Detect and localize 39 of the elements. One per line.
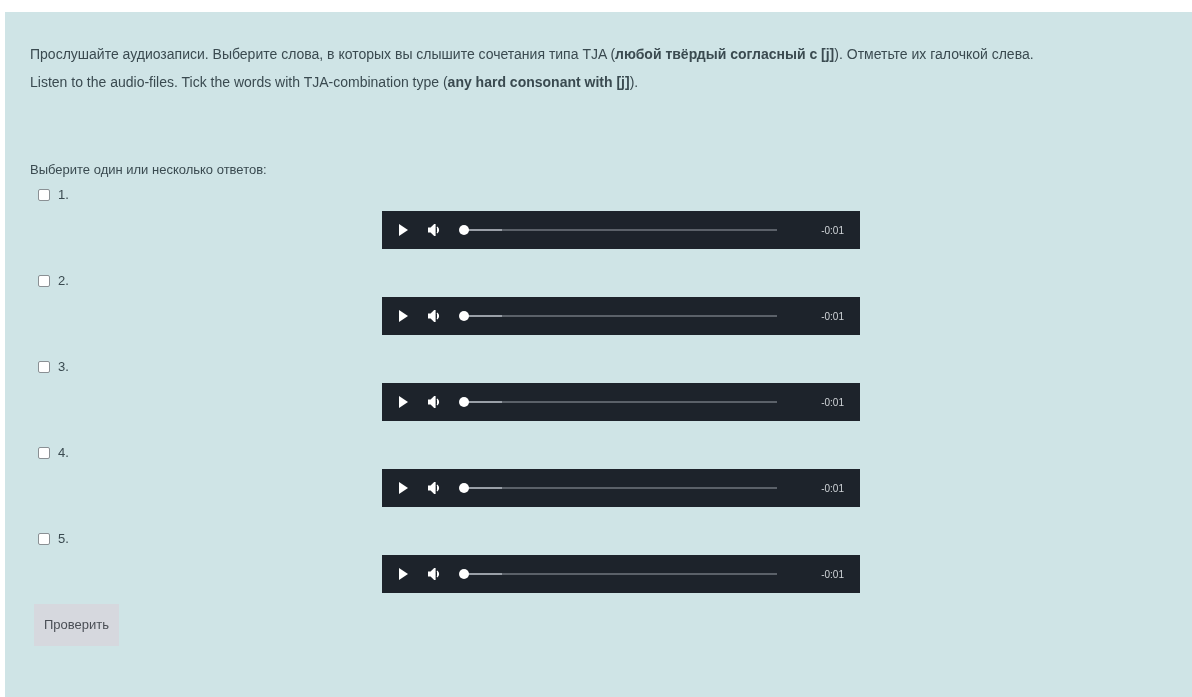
- progress-thumb[interactable]: [459, 483, 469, 493]
- answer-label: 2.: [58, 272, 69, 291]
- play-icon[interactable]: [398, 568, 408, 580]
- progress-thumb[interactable]: [459, 225, 469, 235]
- progress-slider[interactable]: [462, 397, 778, 407]
- answer-checkbox[interactable]: [38, 361, 50, 373]
- progress-slider[interactable]: [462, 311, 778, 321]
- answer-checkbox[interactable]: [38, 533, 50, 545]
- volume-icon[interactable]: [428, 310, 442, 322]
- play-icon[interactable]: [398, 396, 408, 408]
- answer-checkbox[interactable]: [38, 189, 50, 201]
- volume-icon[interactable]: [428, 224, 442, 236]
- answer-label: 5.: [58, 530, 69, 549]
- progress-slider[interactable]: [462, 569, 778, 579]
- play-icon[interactable]: [398, 224, 408, 236]
- prompt-text: Выберите один или несколько ответов:: [30, 161, 268, 179]
- instruction-text: Listen to the audio-files. Tick the words with TJA-combination type (any hard consonant with [j]).: [30, 73, 640, 92]
- volume-icon[interactable]: [428, 568, 442, 580]
- volume-icon[interactable]: [428, 396, 442, 408]
- progress-slider[interactable]: [462, 225, 778, 235]
- answer-checkbox[interactable]: [38, 447, 50, 459]
- answer-label: 1.: [58, 186, 69, 205]
- play-icon[interactable]: [398, 310, 408, 322]
- time-remaining: -0:01: [821, 481, 844, 496]
- answer-label: 4.: [58, 444, 69, 463]
- progress-thumb[interactable]: [459, 569, 469, 579]
- volume-icon[interactable]: [428, 482, 442, 494]
- time-remaining: -0:01: [821, 567, 844, 582]
- progress-slider[interactable]: [462, 483, 778, 493]
- progress-thumb[interactable]: [459, 311, 469, 321]
- answer-checkbox[interactable]: [38, 275, 50, 287]
- check-button[interactable]: Проверить: [34, 603, 119, 646]
- time-remaining: -0:01: [821, 395, 844, 410]
- play-icon[interactable]: [398, 482, 408, 494]
- time-remaining: -0:01: [821, 223, 844, 238]
- progress-thumb[interactable]: [459, 397, 469, 407]
- time-remaining: -0:01: [821, 309, 844, 324]
- answer-label: 3.: [58, 358, 69, 377]
- instruction-text: Прослушайте аудиозаписи. Выберите слова, в которых вы слышите сочетания типа TJA (любой твёрдый согласный с [j]). Отметьте их галочкой слева.: [30, 45, 1035, 64]
